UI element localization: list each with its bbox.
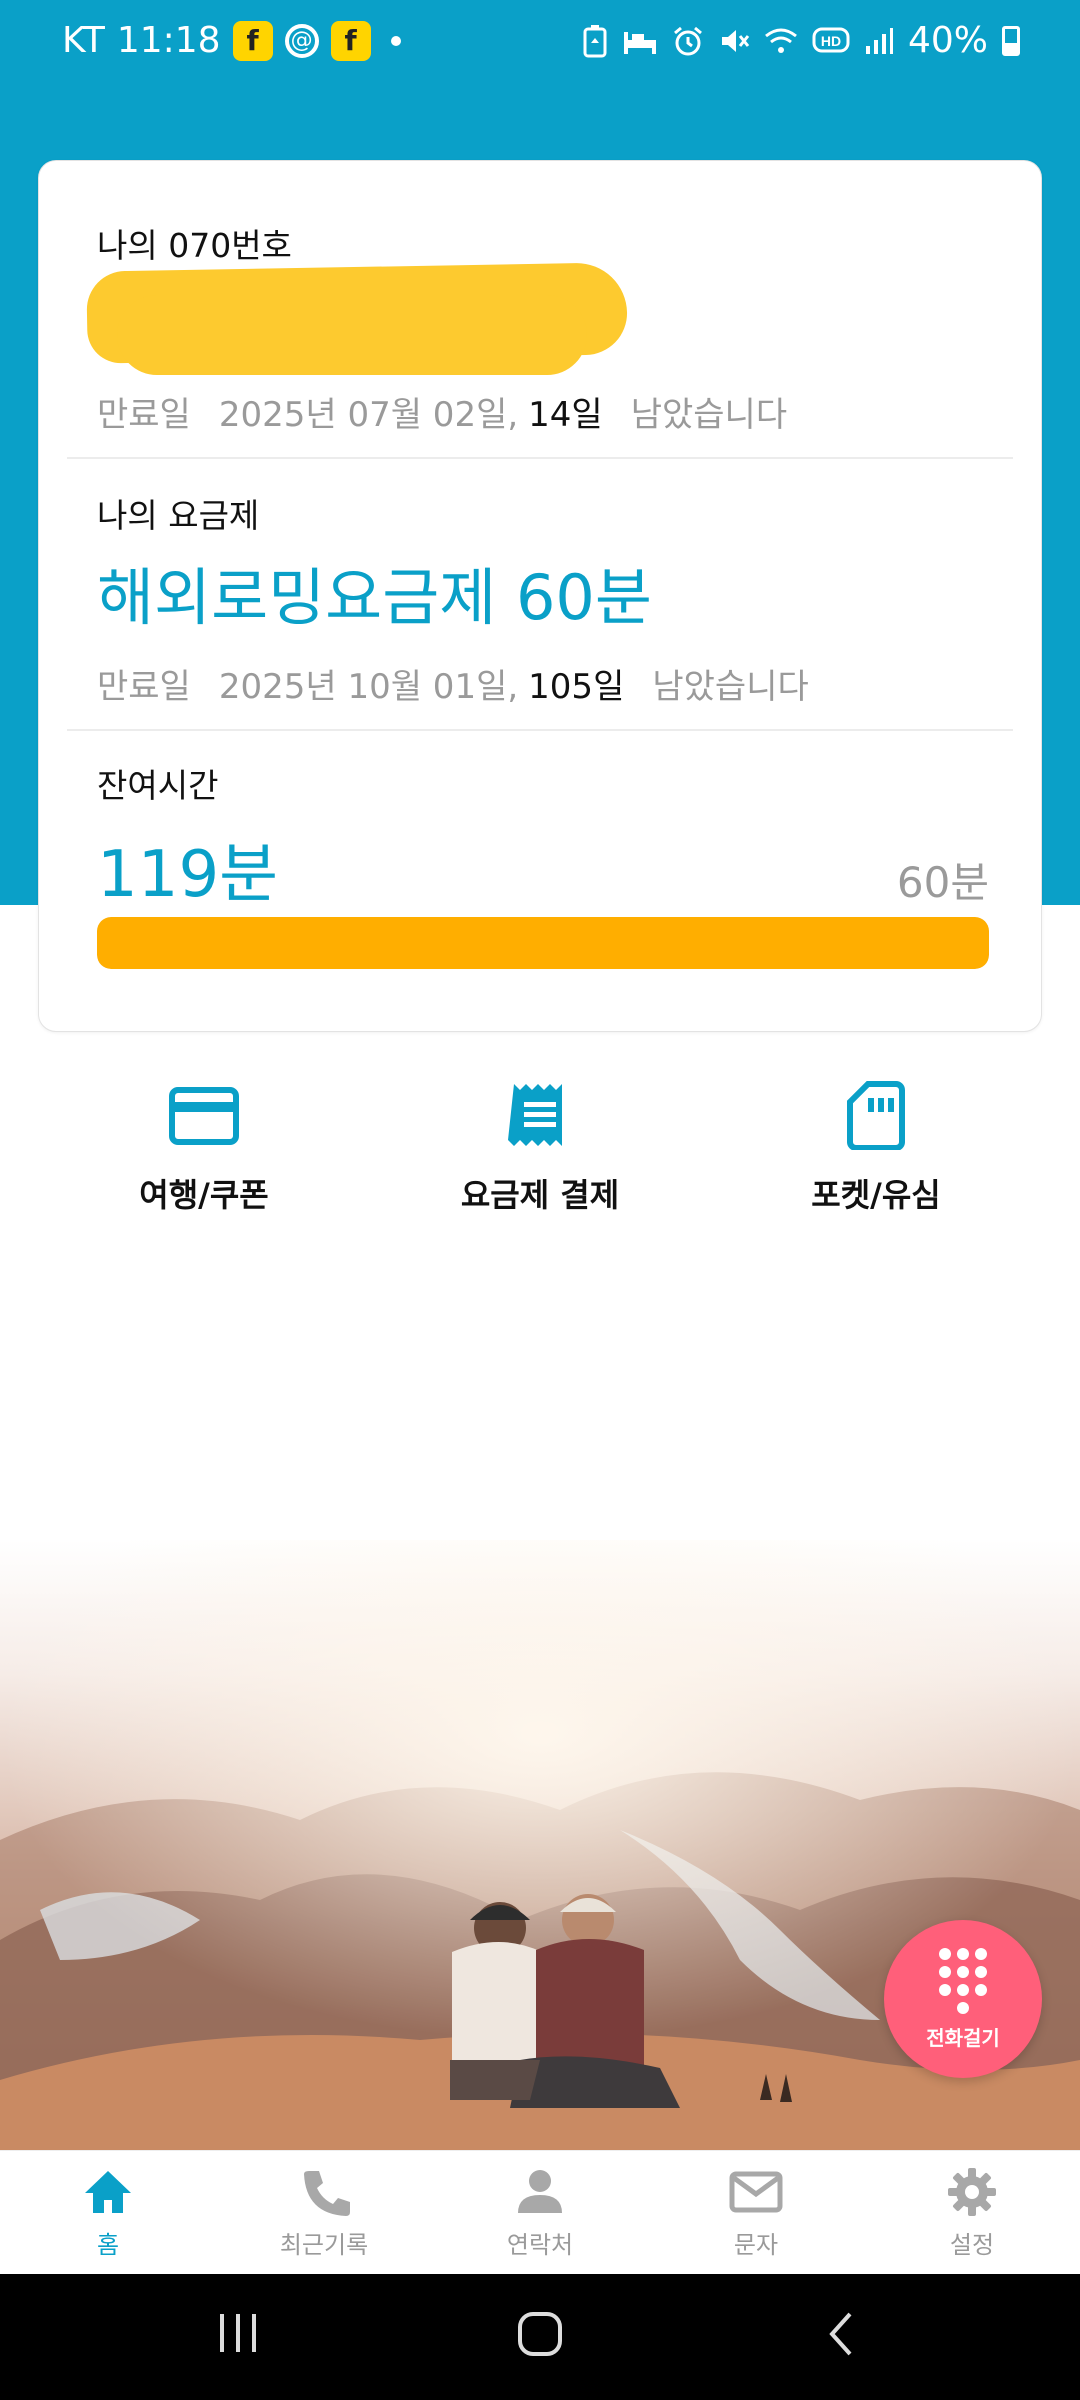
svg-text:HD: HD: [821, 33, 841, 49]
person-icon: [518, 2170, 562, 2213]
expire-suffix: 남았습니다: [630, 395, 788, 435]
bottom-navigation: 홈 최근기록 연락처 문자 설정: [0, 2150, 1080, 2274]
quick-item-label: 포켓/유심: [811, 1176, 941, 1214]
clock: 11:18: [116, 20, 221, 61]
expire-label: 만료일: [97, 667, 191, 707]
expire-date: 2025년 10월 01일,: [218, 667, 519, 707]
remaining-minutes: 119분: [97, 838, 279, 912]
days-left: 14일: [528, 395, 603, 435]
plan-section: 나의 요금제 해외로밍요금제 60분 만료일 2025년 10월 01일, 10…: [67, 459, 1013, 731]
quick-item-label: 요금제 결제: [460, 1176, 620, 1214]
card-icon: [169, 1087, 239, 1145]
receipt-icon: [508, 1084, 562, 1146]
wifi-icon: [765, 28, 797, 53]
remaining-progress-bar: [97, 917, 989, 969]
expire-suffix: 남았습니다: [652, 667, 809, 707]
nav-label: 문자: [733, 2231, 779, 2259]
quick-item-pocket-usim[interactable]: 포켓/유심: [746, 1080, 1006, 1216]
system-navigation-bar: [0, 2274, 1080, 2400]
remaining-section: 잔여시간 119분 60분: [67, 731, 1013, 1031]
status-bar: KT 11:18 f @ f HD 40%: [0, 0, 1080, 88]
expire-date: 2025년 07월 02일,: [218, 395, 519, 435]
quick-item-travel-coupon[interactable]: 여행/쿠폰: [74, 1080, 334, 1216]
gear-icon: [948, 2168, 996, 2216]
nav-item-settings[interactable]: 설정: [892, 2165, 1052, 2260]
mute-icon: [721, 29, 750, 52]
carrier-label: KT: [62, 20, 105, 61]
plan-expire-row: 만료일 2025년 10월 01일, 105일 남았습니다: [97, 659, 809, 708]
remaining-label: 잔여시간: [97, 766, 219, 805]
nav-label: 최근기록: [279, 2231, 369, 2259]
account-summary-card: 나의 070번호 만료일 2025년 07월 02일, 14일 남았습니다 나의…: [38, 160, 1042, 1032]
plan-label: 나의 요금제: [97, 496, 260, 535]
quick-menu: 여행/쿠폰 요금제 결제 포켓/유심: [0, 1080, 1080, 1230]
battery-icon: [1002, 25, 1020, 56]
nav-item-home[interactable]: 홈: [28, 2165, 188, 2260]
plan-name[interactable]: 해외로밍요금제 60분: [97, 547, 652, 637]
app-notification-icon-2: f: [330, 20, 371, 61]
home-button-icon[interactable]: [516, 2310, 564, 2358]
dialpad-icon: [939, 1947, 987, 2014]
nav-label: 홈: [96, 2231, 120, 2259]
number-label: 나의 070번호: [97, 226, 292, 265]
more-notifications-dot: [390, 35, 401, 46]
app-notification-icon: f: [232, 20, 273, 61]
expire-label: 만료일: [97, 395, 191, 435]
hd-icon: HD: [812, 27, 850, 52]
nav-label: 연락처: [506, 2231, 574, 2259]
sim-card-icon: [847, 1081, 905, 1150]
threads-notification-icon: @: [284, 23, 319, 58]
battery-percent: 40%: [907, 20, 988, 61]
number-section: 나의 070번호 만료일 2025년 07월 02일, 14일 남았습니다: [67, 161, 1013, 459]
redaction-mark-2: [117, 295, 587, 375]
call-fab-label: 전화걸기: [926, 2025, 1000, 2050]
alarm-icon: [674, 26, 702, 55]
remaining-progress-fill: [97, 917, 989, 969]
recent-apps-icon[interactable]: [218, 2310, 258, 2356]
phone-icon: [304, 2171, 350, 2216]
number-expire-row: 만료일 2025년 07월 02일, 14일 남았습니다: [97, 387, 787, 436]
call-fab-button[interactable]: 전화걸기: [884, 1920, 1042, 2078]
home-icon: [85, 2171, 131, 2213]
quick-item-plan-payment[interactable]: 요금제 결제: [410, 1080, 670, 1216]
nav-label: 설정: [949, 2231, 995, 2259]
signal-icon: [865, 27, 893, 54]
days-left: 105일: [528, 667, 625, 707]
quick-item-label: 여행/쿠폰: [139, 1176, 269, 1214]
nav-item-recent[interactable]: 최근기록: [244, 2165, 404, 2260]
masked-phone-number: [86, 261, 637, 375]
nav-item-contacts[interactable]: 연락처: [460, 2165, 620, 2260]
plan-minutes: 60분: [896, 858, 989, 907]
sleep-icon: [623, 31, 656, 54]
mail-icon: [729, 2171, 783, 2213]
back-icon[interactable]: [826, 2310, 856, 2358]
nav-item-messages[interactable]: 문자: [676, 2165, 836, 2260]
battery-saver-icon: [583, 24, 607, 57]
